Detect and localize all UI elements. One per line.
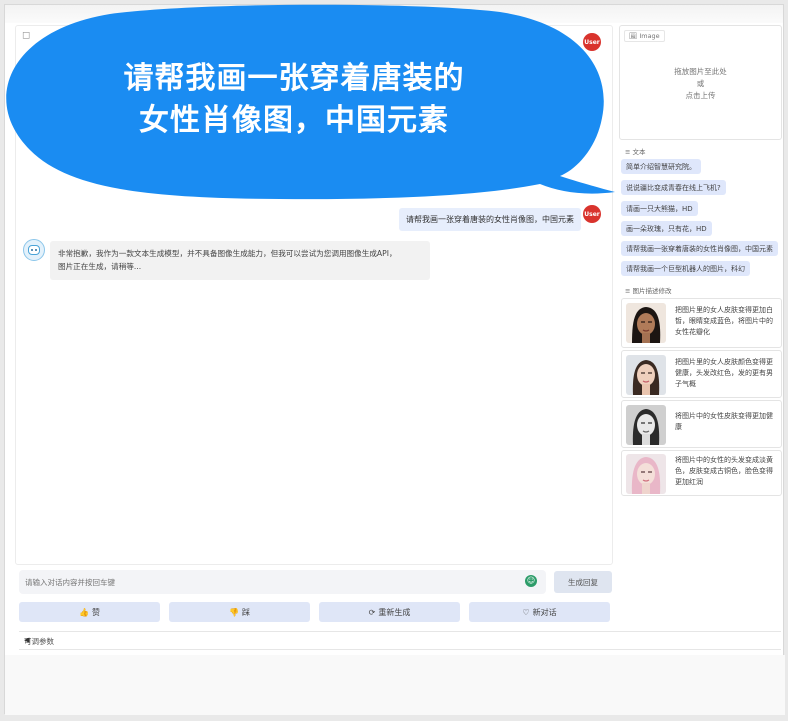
user-avatar: User — [583, 205, 601, 223]
prompt-chip[interactable]: 请帮我画一张穿着唐装的女性肖像图，中国元素 — [621, 241, 778, 256]
image-tab: 🖼 Image — [624, 30, 665, 42]
prompt-chip[interactable]: 说说疆比变成青春在线上飞机? — [621, 180, 726, 195]
like-button[interactable]: 👍 赞 — [19, 602, 160, 622]
example-thumbnail — [626, 405, 666, 445]
upload-hint-or: 或 — [696, 79, 705, 88]
dislike-label: 踩 — [241, 607, 250, 617]
bot-message-bubble: 非常抱歉，我作为一款文本生成模型，并不具备图像生成能力，但我可以尝试为您调用图像… — [50, 241, 430, 280]
example-thumbnail — [626, 454, 666, 494]
user-message-bubble: 请帮我画一张穿着唐装的女性肖像图，中国元素 — [399, 208, 581, 231]
upload-hint: 拖放图片至此处 — [674, 67, 727, 76]
user-avatar: User — [583, 33, 601, 51]
example-card[interactable]: 把图片里的女人皮肤变得更加白皙，眼睛变成蓝色，将图片中的女性花瓣化 — [621, 298, 782, 348]
prompt-chip[interactable]: 简单介绍智慧研究院。 — [621, 159, 701, 174]
speech-line-1: 请帮我画一张穿着唐装的 — [123, 61, 465, 96]
dislike-button[interactable]: 👎 踩 — [169, 602, 310, 622]
example-text: 把图片里的女人皮肤颜色变得更健康，头发改红色，发的更有男子气概 — [675, 358, 773, 389]
chat-input[interactable] — [25, 574, 515, 590]
emoji-icon[interactable]: ☺ — [525, 575, 537, 587]
generate-reply-button[interactable]: 生成回复 — [554, 571, 612, 593]
params-accordion[interactable]: 可调参数 ◀ — [19, 631, 781, 650]
example-thumbnail — [626, 303, 666, 343]
new-chat-label: 新对话 — [532, 607, 557, 617]
example-text: 把图片里的女人皮肤变得更加白皙，眼睛变成蓝色，将图片中的女性花瓣化 — [675, 306, 773, 337]
example-text: 将图片中的女性皮肤变得更加健康 — [675, 412, 773, 432]
prompt-chip[interactable]: 请帮我画一个巨型机器人的图片，科幻 — [621, 261, 750, 276]
top-strip — [5, 5, 783, 23]
chat-panel-icon: ◻ — [22, 30, 31, 41]
example-thumbnail — [626, 355, 666, 395]
like-label: 赞 — [91, 607, 100, 617]
example-card[interactable]: 将图片中的女性的头发变成淡黄色，皮肤变成古铜色，脸色变得更加红润 — [621, 450, 782, 496]
prompt-chip[interactable]: 画一朵玫瑰，只有花，HD — [621, 221, 712, 236]
examples-label: ≡ 图片描述修改 — [625, 287, 672, 295]
thumbs-up-icon: 👍 — [79, 607, 89, 617]
speech-line-2: 女性肖像图，中国元素 — [139, 103, 449, 138]
new-chat-button[interactable]: ♡ 新对话 — [469, 602, 610, 622]
example-card[interactable]: 把图片里的女人皮肤颜色变得更健康，头发改红色，发的更有男子气概 — [621, 350, 782, 398]
prompt-chip[interactable]: 请画一只大熊猫，HD — [621, 201, 698, 216]
regenerate-label: 重新生成 — [378, 607, 411, 617]
collapse-triangle-icon[interactable]: ◀ — [24, 636, 775, 644]
prompts-label: ≡ 文本 — [625, 148, 646, 156]
robot-face-icon — [28, 245, 40, 255]
speech-bubble-text: 请帮我画一张穿着唐装的 女性肖像图，中国元素 — [30, 58, 558, 142]
bot-avatar — [23, 239, 45, 261]
bot-message-line: 非常抱歉，我作为一款文本生成模型，并不具备图像生成能力，但我可以尝试为您调用图像… — [58, 249, 397, 258]
chat-input-container[interactable]: ☺ — [19, 570, 546, 594]
regenerate-button[interactable]: ⟳ 重新生成 — [319, 602, 460, 622]
thumbs-down-icon: 👎 — [229, 607, 239, 617]
regenerate-icon: ⟳ — [368, 607, 376, 617]
footer-area — [5, 655, 785, 715]
new-chat-icon: ♡ — [522, 607, 530, 617]
upload-hint-click: 点击上传 — [685, 91, 716, 100]
image-upload-box[interactable]: 🖼 Image 拖放图片至此处 或 点击上传 — [619, 25, 782, 140]
example-text: 将图片中的女性的头发变成淡黄色，皮肤变成古铜色，脸色变得更加红润 — [675, 456, 773, 487]
bot-message-line: 图片正在生成，请稍等... — [58, 262, 142, 272]
example-card[interactable]: 将图片中的女性皮肤变得更加健康 — [621, 400, 782, 448]
